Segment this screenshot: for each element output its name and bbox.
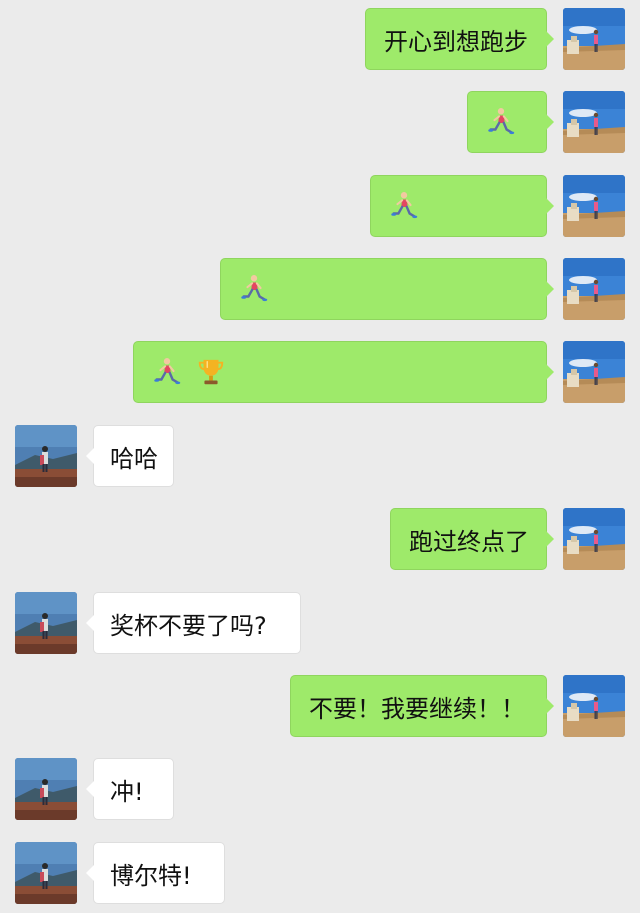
avatar-photo-icon <box>15 842 77 904</box>
avatar-photo-icon <box>563 8 625 70</box>
avatar-photo-icon <box>563 258 625 320</box>
chat-window: 开心到想跑步 哈哈 跑过终点了 奖杯不要了吗? 不要！我要继续！！ 冲! 博尔特… <box>0 0 640 913</box>
avatar-photo-icon <box>563 175 625 237</box>
avatar-photo-icon <box>15 425 77 487</box>
my-avatar[interactable] <box>563 341 625 403</box>
message-text: 博尔特! <box>110 861 192 890</box>
avatar-photo-icon <box>563 675 625 737</box>
avatar-photo-icon <box>563 508 625 570</box>
trophy-icon <box>196 357 226 387</box>
my-avatar[interactable] <box>563 508 625 570</box>
friend-avatar[interactable] <box>15 758 77 820</box>
friend-avatar[interactable] <box>15 592 77 654</box>
my-avatar[interactable] <box>563 8 625 70</box>
friend-avatar[interactable] <box>15 425 77 487</box>
my-avatar[interactable] <box>563 675 625 737</box>
avatar-photo-icon <box>563 91 625 153</box>
message-text: 奖杯不要了吗? <box>110 611 267 640</box>
outgoing-message-bubble[interactable]: 不要！我要继续！！ <box>290 675 554 737</box>
outgoing-emoji-bubble[interactable] <box>370 175 554 237</box>
incoming-message-bubble[interactable]: 哈哈 <box>86 425 174 487</box>
runner-icon <box>389 191 419 221</box>
message-text: 不要！我要继续！！ <box>309 694 525 723</box>
runner-icon <box>239 274 269 304</box>
outgoing-emoji-bubble[interactable] <box>133 341 554 403</box>
avatar-photo-icon <box>15 592 77 654</box>
avatar-photo-icon <box>15 758 77 820</box>
message-text: 哈哈 <box>110 444 158 473</box>
outgoing-message-bubble[interactable]: 跑过终点了 <box>390 508 554 570</box>
my-avatar[interactable] <box>563 258 625 320</box>
incoming-message-bubble[interactable]: 冲! <box>86 758 174 820</box>
friend-avatar[interactable] <box>15 842 77 904</box>
outgoing-emoji-bubble[interactable] <box>220 258 554 320</box>
outgoing-emoji-bubble[interactable] <box>467 91 554 153</box>
incoming-message-bubble[interactable]: 博尔特! <box>86 842 225 904</box>
message-text: 冲! <box>110 777 144 806</box>
avatar-photo-icon <box>563 341 625 403</box>
my-avatar[interactable] <box>563 91 625 153</box>
message-text: 开心到想跑步 <box>384 27 528 56</box>
outgoing-message-bubble[interactable]: 开心到想跑步 <box>365 8 554 70</box>
runner-icon <box>486 107 516 137</box>
my-avatar[interactable] <box>563 175 625 237</box>
incoming-message-bubble[interactable]: 奖杯不要了吗? <box>86 592 301 654</box>
runner-icon <box>152 357 182 387</box>
message-text: 跑过终点了 <box>409 527 529 556</box>
